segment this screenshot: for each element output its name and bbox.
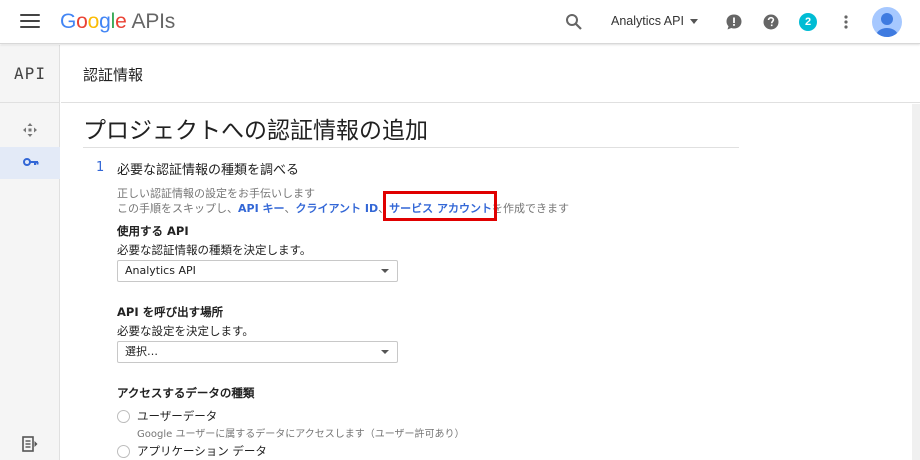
call-location-select[interactable]: 選択…	[117, 341, 398, 363]
move-arrows-icon	[23, 123, 37, 137]
dropdown-arrow-icon	[381, 269, 389, 273]
help-icon[interactable]	[762, 13, 780, 31]
hint-prefix: この手順をスキップし、	[117, 202, 238, 215]
hint-suffix: を作成できます	[491, 202, 569, 215]
call-location-select-value: 選択…	[125, 345, 158, 358]
step-title: 必要な認証情報の種類を調べる	[117, 163, 300, 178]
api-select[interactable]: Analytics API	[117, 260, 398, 282]
google-apis-logo[interactable]: Google APIs	[60, 10, 175, 34]
logo-brand: Google	[60, 10, 127, 33]
step-number: 1	[96, 160, 105, 175]
dropdown-arrow-icon	[381, 350, 389, 354]
chevron-down-icon	[689, 19, 698, 25]
feedback-icon[interactable]	[725, 13, 743, 31]
account-avatar[interactable]	[872, 7, 902, 37]
search-icon[interactable]	[565, 13, 583, 31]
sidebar-item-dashboard[interactable]	[0, 115, 60, 147]
main-content: 認証情報 プロジェクトへの認証情報の追加 1 必要な認証情報の種類を調べる 正し…	[61, 45, 920, 460]
notifications-badge[interactable]: 2	[799, 13, 817, 31]
key-icon	[23, 158, 39, 166]
collapse-nav-icon[interactable]	[22, 436, 38, 452]
logo-product: APIs	[131, 10, 176, 33]
api-select-value: Analytics API	[125, 264, 196, 277]
top-app-bar: Google APIs Analytics API 2	[0, 0, 920, 44]
left-nav: API	[0, 45, 60, 460]
data-type-label: アクセスするデータの種類	[117, 386, 255, 400]
project-selector[interactable]: Analytics API	[611, 14, 698, 28]
person-icon	[876, 13, 898, 37]
api-section-label: 使用する API	[117, 224, 189, 238]
more-vert-icon[interactable]	[837, 13, 855, 31]
section-title: 認証情報	[83, 66, 144, 84]
call-location-description: 必要な設定を決定します。	[117, 324, 254, 338]
radio-application-data-label[interactable]: アプリケーション データ	[137, 443, 267, 459]
page-header: 認証情報	[61, 45, 920, 103]
radio-user-data-label[interactable]: ユーザーデータ	[137, 408, 217, 424]
highlight-box	[383, 191, 497, 221]
call-location-label: API を呼び出す場所	[117, 305, 224, 319]
api-nav-label[interactable]: API	[0, 45, 60, 103]
menu-icon[interactable]	[20, 14, 40, 30]
client-id-link[interactable]: クライアント ID	[296, 202, 379, 215]
scrollbar[interactable]	[912, 104, 920, 460]
radio-user-data[interactable]	[117, 410, 130, 423]
api-section-description: 必要な認証情報の種類を決定します。	[117, 243, 312, 257]
radio-user-data-description: Google ユーザーに属するデータにアクセスします（ユーザー許可あり）	[137, 429, 465, 440]
divider	[83, 147, 739, 148]
separator: 、	[284, 202, 296, 215]
radio-application-data[interactable]	[117, 445, 130, 458]
page-title: プロジェクトへの認証情報の追加	[83, 118, 428, 144]
sidebar-item-credentials[interactable]	[0, 147, 60, 179]
hint-line-2: この手順をスキップし、API キー、クライアント ID、サービス アカウントを作…	[117, 200, 569, 216]
hint-line-1: 正しい認証情報の設定をお手伝いします	[117, 187, 315, 200]
api-key-link[interactable]: API キー	[238, 202, 285, 215]
project-name: Analytics API	[611, 14, 684, 28]
